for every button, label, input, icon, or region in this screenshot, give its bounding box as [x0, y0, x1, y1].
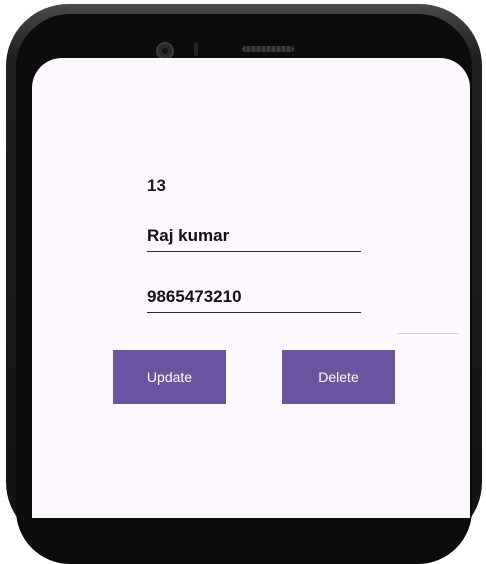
delete-button[interactable]: Delete: [282, 350, 395, 404]
phone-input[interactable]: [147, 283, 361, 313]
record-id: 13: [147, 176, 166, 195]
update-button[interactable]: Update: [113, 350, 226, 404]
speaker-grille-icon: [242, 46, 294, 52]
name-input[interactable]: [147, 222, 361, 252]
app-screen: 13 Update Delete: [32, 58, 470, 518]
divider: [398, 333, 458, 334]
proximity-sensor: [194, 42, 198, 56]
